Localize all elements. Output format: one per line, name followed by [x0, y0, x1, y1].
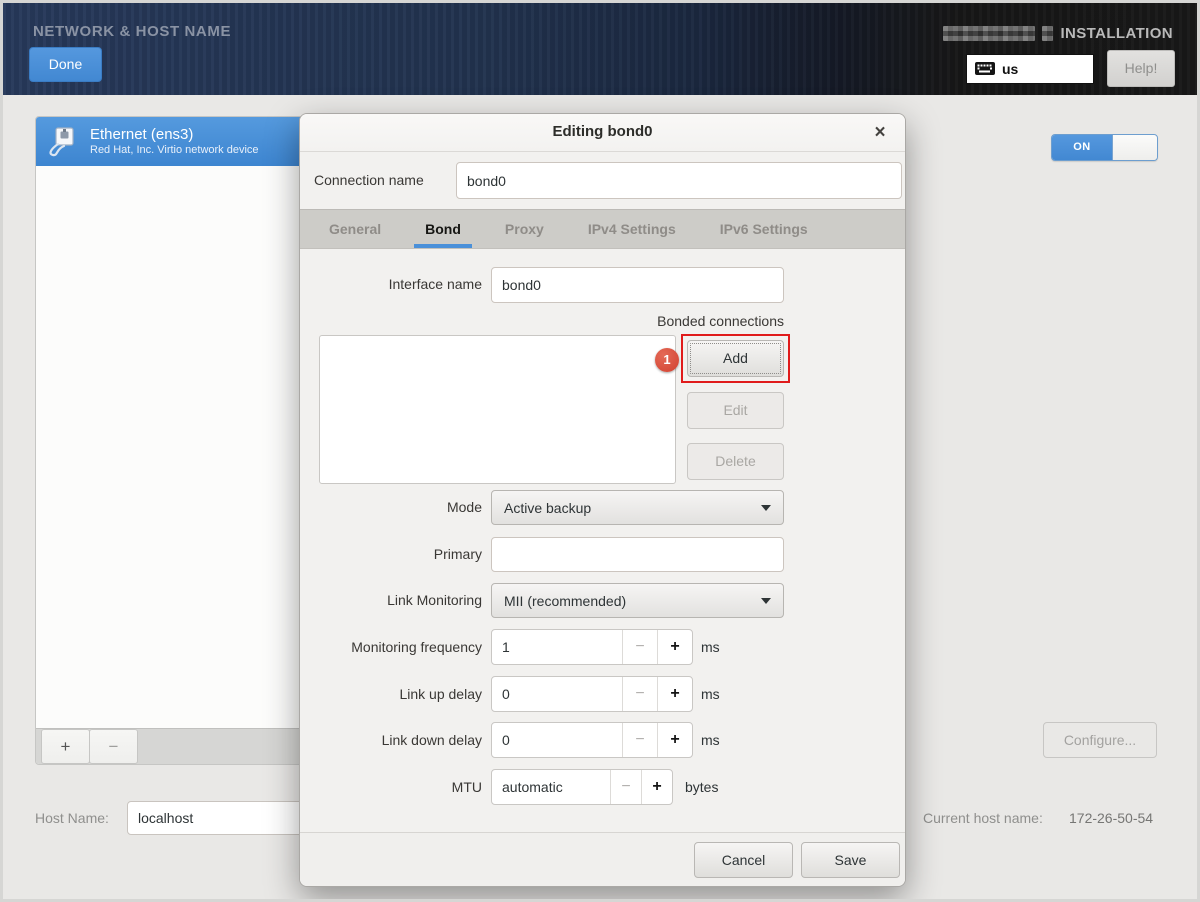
interface-name-input[interactable] [491, 267, 784, 303]
editing-bond0-dialog: Editing bond0 × Connection name General … [299, 113, 906, 887]
dialog-footer: Cancel Save [300, 832, 905, 886]
dialog-titlebar: Editing bond0 × [300, 114, 905, 152]
annotation-step-badge: 1 [655, 348, 679, 372]
decrement-button[interactable]: − [622, 677, 657, 711]
mode-value: Active backup [504, 500, 761, 516]
tab-ipv6-settings[interactable]: IPv6 Settings [709, 210, 819, 248]
device-subtitle: Red Hat, Inc. Virtio network device [90, 144, 259, 157]
link-up-delay-unit: ms [701, 686, 720, 702]
monitoring-frequency-value[interactable]: 1 [492, 630, 622, 664]
mode-label: Mode [300, 499, 482, 515]
current-hostname-label: Current host name: [923, 810, 1043, 826]
save-button[interactable]: Save [801, 842, 900, 878]
bonded-connections-label: Bonded connections [602, 313, 784, 329]
monitoring-frequency-spinner[interactable]: 1 − + [491, 629, 693, 665]
link-monitoring-label: Link Monitoring [300, 592, 482, 608]
dialog-title: Editing bond0 [300, 123, 905, 140]
tab-proxy[interactable]: Proxy [494, 210, 555, 248]
mode-dropdown[interactable]: Active backup [491, 490, 784, 525]
page-title: NETWORK & HOST NAME [33, 23, 231, 40]
link-monitoring-value: MII (recommended) [504, 593, 761, 609]
remove-device-button[interactable]: − [89, 729, 138, 764]
ethernet-icon [46, 125, 80, 159]
link-up-delay-value[interactable]: 0 [492, 677, 622, 711]
increment-button[interactable]: + [657, 677, 692, 711]
link-monitoring-dropdown[interactable]: MII (recommended) [491, 583, 784, 618]
cancel-button[interactable]: Cancel [694, 842, 793, 878]
spoke-header-bar: NETWORK & HOST NAME Done INSTALLATION us… [3, 3, 1197, 95]
configure-button[interactable]: Configure... [1043, 722, 1157, 758]
current-hostname-value: 172-26-50-54 [1069, 810, 1153, 826]
chevron-down-icon [761, 598, 771, 604]
toggle-on-label: ON [1052, 135, 1112, 160]
link-down-delay-spinner[interactable]: 0 − + [491, 722, 693, 758]
monitoring-frequency-label: Monitoring frequency [300, 639, 482, 655]
link-down-delay-value[interactable]: 0 [492, 723, 622, 757]
chevron-down-icon [761, 505, 771, 511]
mtu-label: MTU [300, 779, 482, 795]
mtu-spinner[interactable]: automatic − + [491, 769, 673, 805]
close-icon[interactable]: × [867, 120, 893, 146]
keyboard-layout-label: us [1002, 61, 1018, 77]
link-down-delay-label: Link down delay [300, 732, 482, 748]
done-button[interactable]: Done [29, 47, 102, 82]
monitoring-frequency-unit: ms [701, 639, 720, 655]
add-button[interactable]: Add [687, 340, 784, 377]
increment-button[interactable]: + [641, 770, 672, 804]
add-device-button[interactable]: + [41, 729, 90, 764]
installation-label: INSTALLATION [1060, 25, 1173, 42]
link-up-delay-label: Link up delay [300, 686, 482, 702]
decrement-button[interactable]: − [622, 723, 657, 757]
hostname-label: Host Name: [35, 810, 109, 826]
dialog-tabbar: General Bond Proxy IPv4 Settings IPv6 Se… [300, 209, 905, 249]
tab-general[interactable]: General [318, 210, 392, 248]
device-title: Ethernet (ens3) [90, 126, 259, 144]
interface-name-label: Interface name [300, 276, 482, 292]
increment-button[interactable]: + [657, 630, 692, 664]
mtu-value[interactable]: automatic [492, 770, 610, 804]
link-down-delay-unit: ms [701, 732, 720, 748]
tab-ipv4-settings[interactable]: IPv4 Settings [577, 210, 687, 248]
keyboard-layout-indicator[interactable]: us [966, 54, 1094, 84]
connection-name-input[interactable] [456, 162, 902, 199]
tab-bond[interactable]: Bond [414, 210, 472, 248]
network-host-name-screen: NETWORK & HOST NAME Done INSTALLATION us… [0, 0, 1200, 902]
delete-button[interactable]: Delete [687, 443, 784, 480]
keyboard-icon [975, 62, 995, 76]
decrement-button[interactable]: − [622, 630, 657, 664]
decrement-button[interactable]: − [610, 770, 641, 804]
bonded-connections-list[interactable] [319, 335, 676, 484]
edit-button[interactable]: Edit [687, 392, 784, 429]
redacted-text-block [1042, 26, 1053, 41]
device-text: Ethernet (ens3) Red Hat, Inc. Virtio net… [90, 126, 259, 157]
primary-input[interactable] [491, 537, 784, 572]
connection-name-label: Connection name [314, 172, 424, 188]
increment-button[interactable]: + [657, 723, 692, 757]
network-toggle[interactable]: ON [1051, 134, 1158, 161]
toggle-knob[interactable] [1112, 135, 1157, 160]
installation-heading: INSTALLATION [943, 23, 1173, 43]
mtu-unit: bytes [685, 779, 718, 795]
help-button[interactable]: Help! [1107, 50, 1175, 87]
link-up-delay-spinner[interactable]: 0 − + [491, 676, 693, 712]
redacted-text-block [943, 26, 1035, 41]
primary-label: Primary [300, 546, 482, 562]
